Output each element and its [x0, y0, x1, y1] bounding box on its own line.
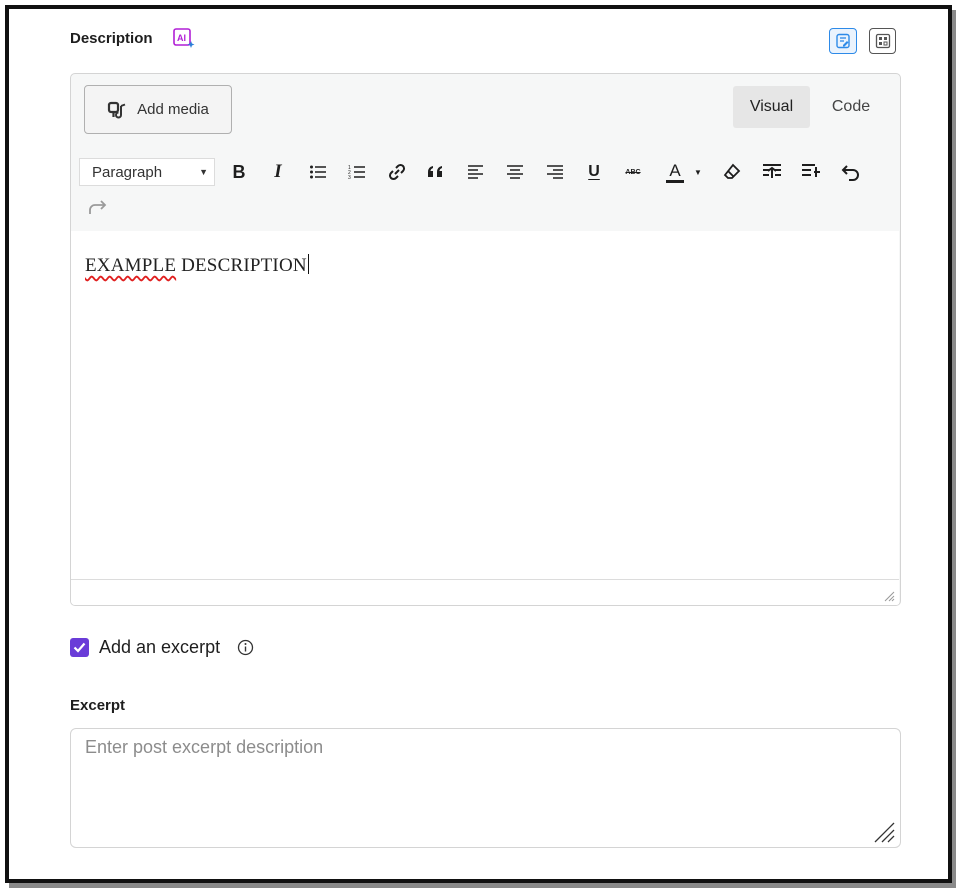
excerpt-checkbox-label[interactable]: Add an excerpt	[99, 637, 220, 658]
edit-doc-icon	[836, 33, 850, 49]
text-color-dropdown[interactable]: ▼	[691, 159, 705, 185]
indent-icon	[763, 164, 781, 178]
strikethrough-button[interactable]: ABC	[620, 159, 646, 185]
misspelled-word: EXAMPLE	[85, 255, 177, 276]
link-icon	[388, 163, 406, 181]
editor-toolbar: Paragraph ▼ B I 1 2 3 U ABC A ▼	[71, 149, 899, 229]
align-center-button[interactable]	[502, 159, 528, 185]
tab-visual[interactable]: Visual	[733, 86, 810, 128]
chevron-down-icon: ▼	[694, 167, 702, 177]
bold-button[interactable]: B	[226, 159, 252, 185]
undo-button[interactable]	[838, 159, 864, 185]
chevron-down-icon: ▼	[199, 167, 208, 177]
excerpt-checkbox[interactable]	[70, 638, 89, 657]
excerpt-label: Excerpt	[70, 697, 126, 714]
media-icon	[108, 101, 126, 118]
blockquote-icon	[428, 166, 442, 177]
editor-content-area[interactable]: EXAMPLE DESCRIPTION	[71, 231, 899, 579]
text-color-icon: A	[666, 161, 684, 183]
format-select[interactable]: Paragraph ▼	[79, 158, 215, 186]
underline-icon: U	[588, 163, 600, 180]
italic-button[interactable]: I	[265, 159, 291, 185]
rich-editor-toggle[interactable]	[829, 28, 857, 54]
outdent-button[interactable]	[798, 159, 824, 185]
bullet-list-icon	[310, 165, 326, 179]
editor-statusbar	[71, 579, 899, 605]
content-rest: DESCRIPTION	[176, 255, 307, 276]
ai-badge-text: AI	[177, 33, 186, 43]
blockquote-button[interactable]	[423, 159, 449, 185]
outdent-icon	[802, 164, 820, 177]
info-icon[interactable]	[237, 639, 254, 656]
description-editor: Add media Visual Code Paragraph ▼ B I 1 …	[70, 73, 901, 606]
add-media-label: Add media	[137, 101, 209, 118]
indent-button[interactable]	[759, 159, 785, 185]
tab-code[interactable]: Code	[819, 86, 883, 128]
align-left-icon	[468, 165, 483, 179]
undo-icon	[841, 165, 859, 181]
clear-formatting-icon	[723, 163, 741, 179]
add-media-button[interactable]: Add media	[84, 85, 232, 134]
align-left-button[interactable]	[463, 159, 489, 185]
checkmark-icon	[73, 642, 86, 653]
text-color-button[interactable]: A	[658, 159, 692, 185]
underline-button[interactable]: U	[581, 159, 607, 185]
redo-icon	[89, 200, 107, 214]
resize-handle-icon[interactable]	[872, 820, 896, 844]
block-editor-toggle[interactable]	[869, 28, 896, 54]
redo-button[interactable]	[84, 194, 110, 220]
link-button[interactable]	[384, 159, 410, 185]
text-cursor	[307, 254, 309, 274]
ai-assist-icon[interactable]: AI	[172, 27, 196, 51]
align-right-button[interactable]	[542, 159, 568, 185]
bullet-list-button[interactable]	[305, 159, 331, 185]
align-right-icon	[547, 165, 563, 179]
italic-icon: I	[274, 161, 282, 182]
align-center-icon	[507, 165, 523, 179]
description-label: Description	[70, 30, 153, 47]
strikethrough-icon: ABC	[625, 168, 641, 176]
numbered-list-icon: 1 2 3	[348, 165, 365, 180]
resize-handle-icon[interactable]	[883, 590, 895, 602]
description-content: EXAMPLE DESCRIPTION	[85, 254, 309, 277]
numbered-list-button[interactable]: 1 2 3	[344, 159, 370, 185]
excerpt-textarea[interactable]	[70, 728, 901, 848]
qr-grid-icon	[875, 33, 890, 49]
clear-formatting-button[interactable]	[719, 159, 745, 185]
format-select-value: Paragraph	[92, 163, 163, 181]
svg-text:3: 3	[348, 175, 351, 180]
bold-icon: B	[232, 161, 246, 182]
